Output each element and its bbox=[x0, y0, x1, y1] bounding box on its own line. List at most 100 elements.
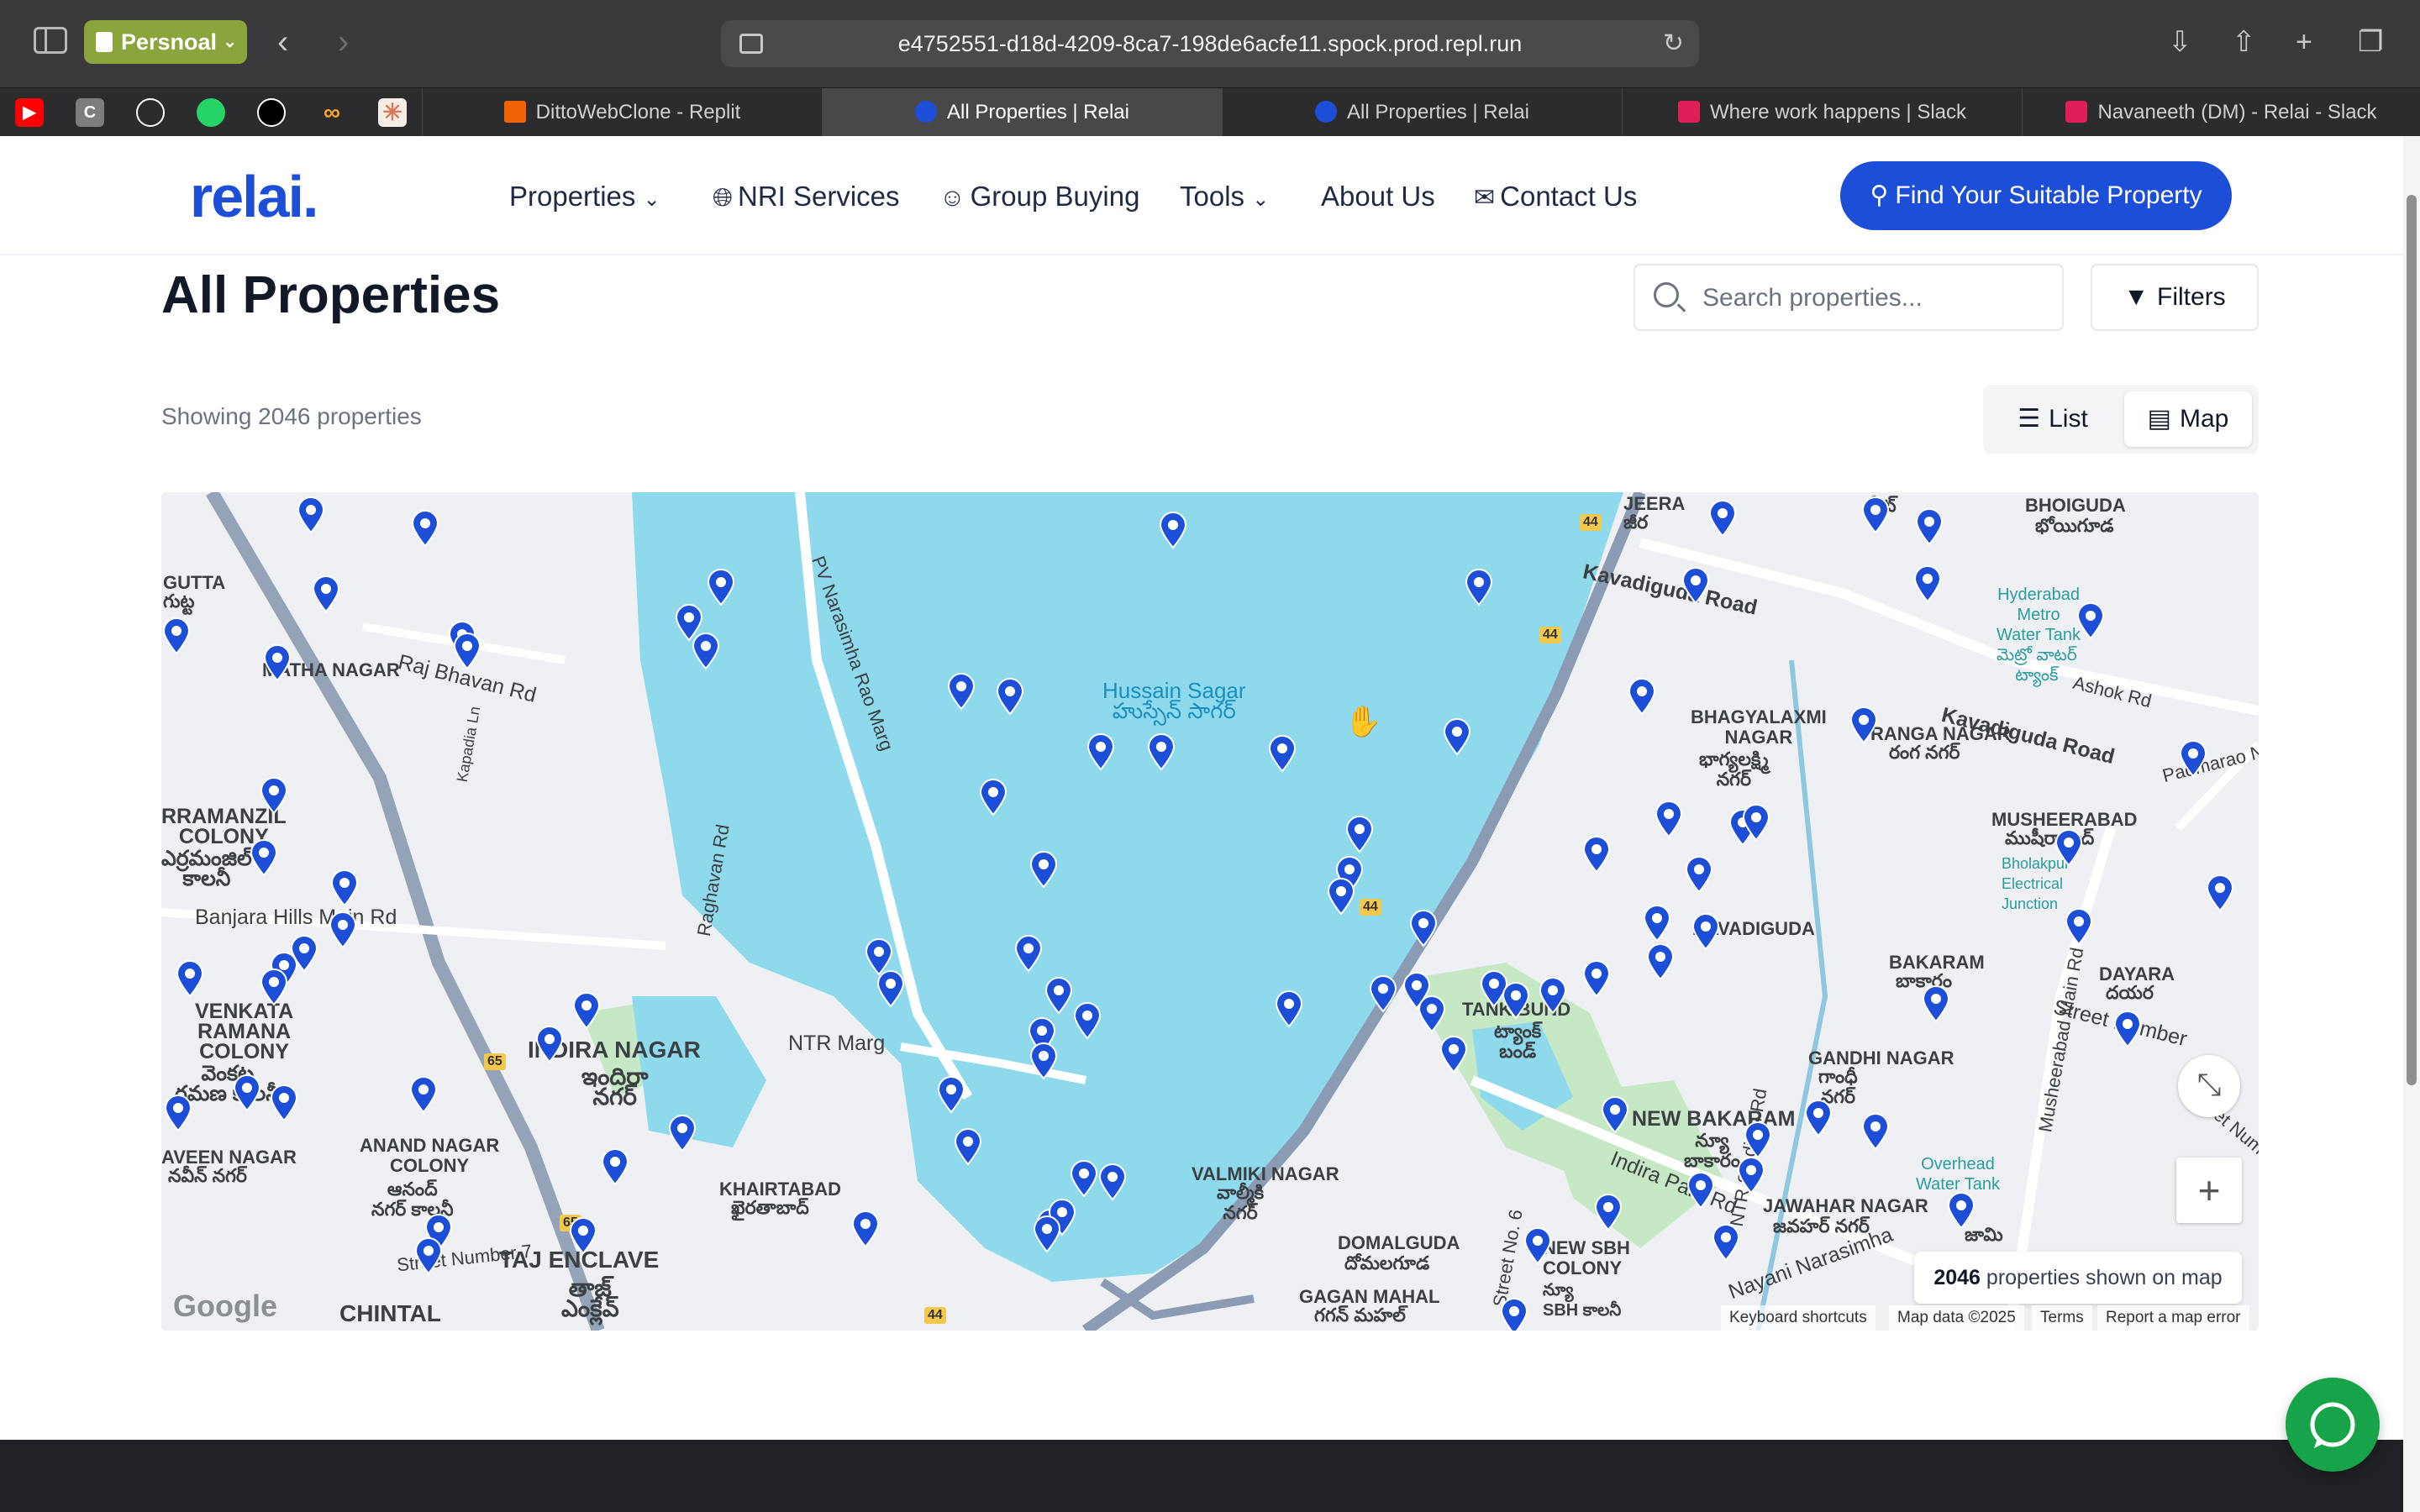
property-pin-icon[interactable] bbox=[568, 1216, 598, 1255]
property-pin-icon[interactable] bbox=[1581, 959, 1612, 998]
chat-button[interactable] bbox=[2286, 1378, 2380, 1472]
property-pin-icon[interactable] bbox=[1028, 1042, 1059, 1080]
property-pin-icon[interactable] bbox=[408, 1075, 439, 1114]
property-pin-icon[interactable] bbox=[1921, 984, 1951, 1023]
property-pin-icon[interactable] bbox=[328, 911, 358, 949]
property-pin-icon[interactable] bbox=[1707, 499, 1738, 538]
property-pin-icon[interactable] bbox=[329, 869, 360, 907]
property-pin-icon[interactable] bbox=[296, 496, 326, 534]
property-pin-icon[interactable] bbox=[269, 1084, 299, 1122]
reload-icon[interactable]: ↻ bbox=[1663, 20, 1684, 67]
property-pin-icon[interactable] bbox=[600, 1147, 630, 1186]
tab-replit[interactable]: DittoWebClone - Replit bbox=[422, 88, 822, 137]
nav-tools[interactable]: Tools ⌄ bbox=[1180, 178, 1269, 218]
property-pin-icon[interactable] bbox=[978, 778, 1008, 816]
download-icon[interactable]: ⇩ bbox=[2168, 24, 2192, 60]
property-pin-icon[interactable] bbox=[2112, 1010, 2143, 1048]
find-property-button[interactable]: ⚲ Find Your Suitable Property bbox=[1840, 161, 2232, 230]
property-pin-icon[interactable] bbox=[1344, 815, 1375, 853]
google-logo[interactable]: Google bbox=[173, 1289, 277, 1324]
nav-properties[interactable]: Properties ⌄ bbox=[509, 178, 660, 218]
property-pin-icon[interactable] bbox=[452, 632, 482, 670]
property-pin-icon[interactable] bbox=[1028, 850, 1059, 889]
property-pin-icon[interactable] bbox=[1686, 1171, 1716, 1210]
property-pin-icon[interactable] bbox=[163, 1094, 193, 1132]
property-pin-icon[interactable] bbox=[1326, 877, 1356, 916]
property-pin-icon[interactable] bbox=[571, 991, 602, 1030]
property-pin-icon[interactable] bbox=[706, 568, 736, 606]
scrollbar-thumb[interactable] bbox=[2407, 195, 2417, 1085]
property-pin-icon[interactable] bbox=[1442, 717, 1472, 756]
list-view-button[interactable]: ☰ List bbox=[1990, 391, 2116, 447]
filters-button[interactable]: ▼ Filters bbox=[2091, 264, 2259, 331]
github-icon[interactable] bbox=[136, 98, 165, 127]
property-pin-icon[interactable] bbox=[2205, 874, 2235, 912]
property-pin-icon[interactable] bbox=[1711, 1223, 1741, 1262]
property-pin-icon[interactable] bbox=[1267, 734, 1297, 773]
property-pin-icon[interactable] bbox=[1743, 1121, 1773, 1159]
property-pin-icon[interactable] bbox=[534, 1025, 565, 1063]
property-pin-icon[interactable] bbox=[1464, 568, 1494, 606]
property-pin-icon[interactable] bbox=[1803, 1099, 1833, 1137]
search-field[interactable] bbox=[1634, 264, 2064, 331]
property-pin-icon[interactable] bbox=[1013, 934, 1044, 973]
forward-arrow-icon[interactable]: › bbox=[338, 24, 349, 60]
property-pin-icon[interactable] bbox=[311, 575, 341, 613]
property-pin-icon[interactable] bbox=[1368, 974, 1398, 1013]
property-pin-icon[interactable] bbox=[864, 937, 894, 976]
property-pin-icon[interactable] bbox=[1538, 976, 1568, 1015]
property-pin-icon[interactable] bbox=[175, 959, 205, 998]
property-pin-icon[interactable] bbox=[1439, 1035, 1469, 1074]
property-map[interactable]: Hussain Sagar హుస్సేన్ సాగర్ JEERA జీర BH… bbox=[161, 492, 2259, 1331]
property-pin-icon[interactable] bbox=[1523, 1226, 1553, 1265]
property-pin-icon[interactable] bbox=[413, 1236, 444, 1275]
property-pin-icon[interactable] bbox=[1501, 981, 1531, 1020]
property-pin-icon[interactable] bbox=[2178, 739, 2208, 778]
property-pin-icon[interactable] bbox=[953, 1127, 983, 1166]
property-pin-icon[interactable] bbox=[1946, 1191, 1976, 1230]
property-pin-icon[interactable] bbox=[1146, 732, 1176, 771]
nav-contact-us[interactable]: ✉ Contact Us bbox=[1474, 178, 1637, 217]
property-pin-icon[interactable] bbox=[262, 643, 292, 682]
terms-link[interactable]: Terms bbox=[2032, 1305, 2092, 1331]
property-pin-icon[interactable] bbox=[1274, 990, 1304, 1028]
property-pin-icon[interactable] bbox=[691, 632, 721, 670]
property-pin-icon[interactable] bbox=[2054, 828, 2084, 867]
property-pin-icon[interactable] bbox=[1097, 1163, 1128, 1201]
property-pin-icon[interactable] bbox=[410, 509, 440, 548]
property-pin-icon[interactable] bbox=[249, 838, 279, 877]
property-pin-icon[interactable] bbox=[232, 1074, 262, 1112]
property-pin-icon[interactable] bbox=[995, 677, 1025, 716]
relai-logo[interactable]: relai. bbox=[190, 163, 318, 230]
property-pin-icon[interactable] bbox=[667, 1114, 697, 1152]
property-pin-icon[interactable] bbox=[1642, 904, 1672, 942]
tab-all-properties[interactable]: All Properties | Relai bbox=[1222, 88, 1622, 137]
property-pin-icon[interactable] bbox=[1044, 976, 1074, 1015]
property-pin-icon[interactable] bbox=[1627, 677, 1657, 716]
property-pin-icon[interactable] bbox=[1593, 1193, 1623, 1231]
property-pin-icon[interactable] bbox=[1849, 706, 1879, 744]
profile-button[interactable]: Persnoal ⌄ bbox=[84, 20, 247, 64]
property-pin-icon[interactable] bbox=[1600, 1095, 1630, 1134]
property-pin-icon[interactable] bbox=[161, 617, 192, 655]
property-pin-icon[interactable] bbox=[259, 968, 289, 1006]
map-view-button[interactable]: ▤ Map bbox=[2124, 391, 2252, 447]
property-pin-icon[interactable] bbox=[850, 1210, 881, 1248]
property-pin-icon[interactable] bbox=[1912, 564, 1943, 603]
property-pin-icon[interactable] bbox=[1069, 1159, 1099, 1198]
tab-slack[interactable]: Where work happens | Slack bbox=[1622, 88, 2022, 137]
new-tab-icon[interactable]: + bbox=[2296, 24, 2312, 60]
property-pin-icon[interactable] bbox=[1072, 1001, 1102, 1040]
c-icon[interactable]: C bbox=[76, 98, 104, 127]
property-pin-icon[interactable] bbox=[1860, 496, 1891, 534]
share-icon[interactable]: ⇧ bbox=[2232, 24, 2256, 60]
property-pin-icon[interactable] bbox=[2064, 907, 2094, 946]
whatsapp-icon[interactable] bbox=[197, 98, 225, 127]
property-pin-icon[interactable] bbox=[1417, 995, 1447, 1033]
nav-group-buying[interactable]: ☺ Group Buying bbox=[939, 178, 1139, 217]
sidebar-toggle-icon[interactable] bbox=[34, 27, 67, 54]
openai-icon[interactable] bbox=[257, 98, 286, 127]
site-settings-icon[interactable] bbox=[739, 34, 763, 54]
nav-nri-services[interactable]: 🌐︎ NRI Services bbox=[713, 178, 900, 217]
claude-icon[interactable]: ✳ bbox=[378, 98, 407, 127]
